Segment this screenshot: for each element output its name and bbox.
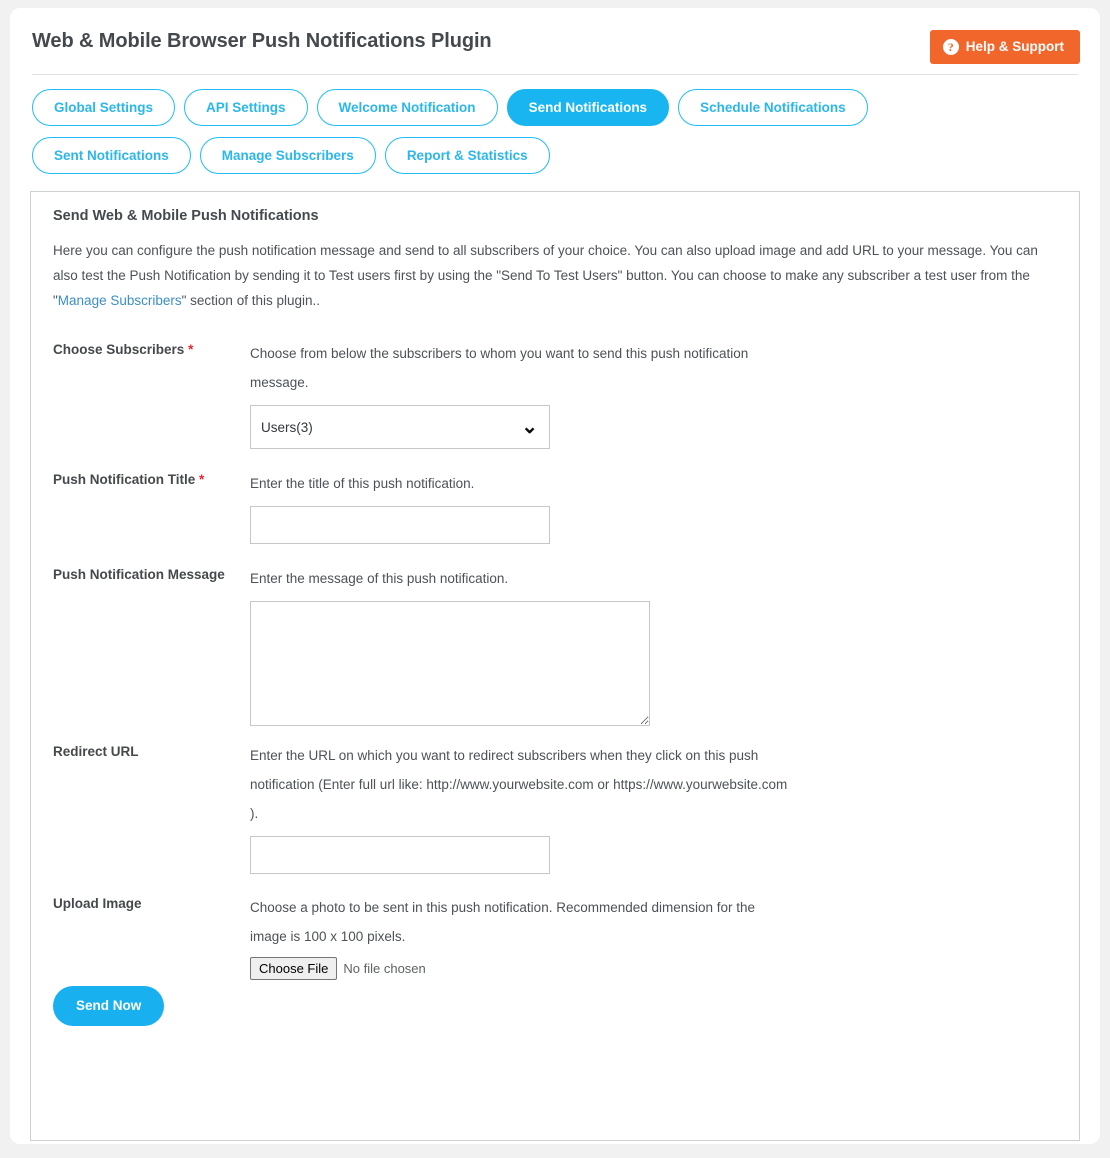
label-choose-subscribers-text: Choose Subscribers <box>53 342 185 357</box>
tab-sent-notifications[interactable]: Sent Notifications <box>32 137 191 174</box>
tab-send-notifications[interactable]: Send Notifications <box>506 89 670 126</box>
label-push-title: Push Notification Title * <box>53 469 250 488</box>
choose-file-button[interactable]: Choose File <box>250 957 338 980</box>
desc-upload-image: Choose a photo to be sent in this push n… <box>250 900 756 944</box>
form-row-redirect-url: Redirect URL Enter the URL on which you … <box>53 741 1059 874</box>
question-circle-icon: ? <box>942 39 959 55</box>
page-header: Web & Mobile Browser Push Notifications … <box>10 8 1100 64</box>
tab-global-settings[interactable]: Global Settings <box>32 89 176 126</box>
field-choose-subscribers: Choose from below the subscribers to who… <box>250 339 1059 449</box>
field-upload-image: Choose a photo to be sent in this push n… <box>250 893 1059 980</box>
tab-bar: Global Settings API Settings Welcome Not… <box>10 75 1054 174</box>
send-notifications-panel: Send Web & Mobile Push Notifications Her… <box>30 191 1080 1141</box>
tab-manage-subscribers[interactable]: Manage Subscribers <box>199 137 376 174</box>
label-redirect-url: Redirect URL <box>53 744 139 759</box>
tab-report-and-statistics[interactable]: Report & Statistics <box>384 137 550 174</box>
panel-title: Send Web & Mobile Push Notifications <box>53 208 319 224</box>
label-upload-image: Upload Image <box>53 896 142 911</box>
desc-choose-subscribers: Choose from below the subscribers to who… <box>250 346 749 390</box>
required-asterisk: * <box>199 472 205 487</box>
send-now-button[interactable]: Send Now <box>53 986 165 1026</box>
no-file-chosen-text: No file chosen <box>343 961 426 976</box>
required-asterisk: * <box>188 342 194 357</box>
subscribers-select[interactable]: Users(3) <box>250 405 550 449</box>
tab-api-settings[interactable]: API Settings <box>184 89 308 126</box>
subscribers-select-wrapper: Users(3) ⌄ <box>250 405 550 449</box>
subscribers-select-value: Users(3) <box>261 419 313 435</box>
form-row-push-message: Push Notification Message Enter the mess… <box>53 564 1059 726</box>
plugin-page-card: Web & Mobile Browser Push Notifications … <box>10 8 1100 1144</box>
panel-description-part2: " section of this plugin.. <box>181 293 320 308</box>
label-choose-subscribers: Choose Subscribers * <box>53 339 250 358</box>
field-push-title: Enter the title of this push notificatio… <box>250 469 1059 544</box>
push-title-input[interactable] <box>250 506 550 544</box>
desc-push-message: Enter the message of this push notificat… <box>250 571 509 586</box>
redirect-url-input[interactable] <box>250 836 550 874</box>
help-and-support-label: Help & Support <box>965 39 1064 55</box>
form-row-choose-subscribers: Choose Subscribers * Choose from below t… <box>53 339 1059 449</box>
tab-welcome-notification[interactable]: Welcome Notification <box>316 89 498 126</box>
desc-redirect-url: Enter the URL on which you want to redir… <box>250 748 788 821</box>
manage-subscribers-link[interactable]: Manage Subscribers <box>58 293 182 308</box>
form-row-push-title: Push Notification Title * Enter the titl… <box>53 469 1059 544</box>
panel-description: Here you can configure the push notifica… <box>53 238 1059 313</box>
form-actions: Send Now <box>53 986 1059 1026</box>
file-input-row[interactable]: Choose File No file chosen <box>250 957 1059 980</box>
help-and-support-button[interactable]: ? Help & Support <box>929 30 1080 64</box>
label-push-message: Push Notification Message <box>53 567 225 582</box>
label-push-title-text: Push Notification Title <box>53 472 196 487</box>
form-row-upload-image: Upload Image Choose a photo to be sent i… <box>53 893 1059 980</box>
tab-schedule-notifications[interactable]: Schedule Notifications <box>678 89 868 126</box>
field-push-message: Enter the message of this push notificat… <box>250 564 1059 726</box>
desc-push-title: Enter the title of this push notificatio… <box>250 476 475 491</box>
page-title: Web & Mobile Browser Push Notifications … <box>32 30 492 52</box>
field-redirect-url: Enter the URL on which you want to redir… <box>250 741 1059 874</box>
push-message-textarea[interactable] <box>250 601 650 726</box>
